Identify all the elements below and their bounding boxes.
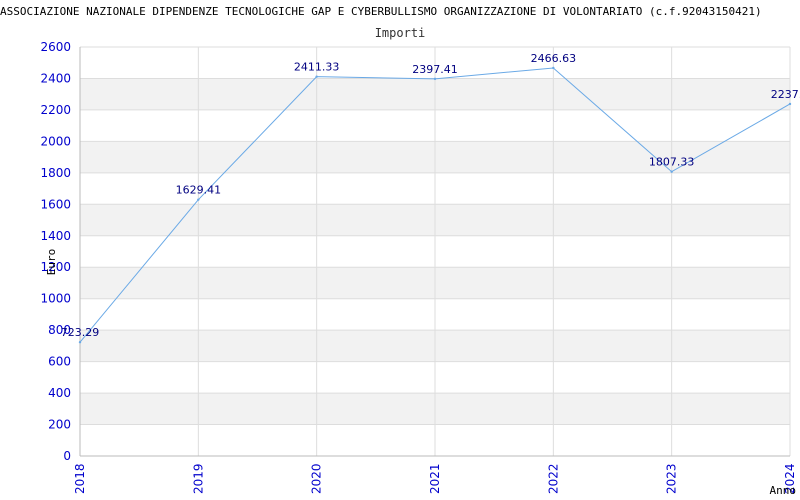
data-point bbox=[78, 341, 82, 344]
y-tick-label: 2400 bbox=[40, 71, 71, 85]
x-tick-label: 2021 bbox=[428, 463, 442, 494]
y-tick-label: 1400 bbox=[40, 229, 71, 243]
y-tick-label: 0 bbox=[63, 449, 71, 463]
y-axis-label: Euro bbox=[45, 249, 58, 276]
y-tick-label: 400 bbox=[48, 386, 71, 400]
x-tick-label: 2018 bbox=[73, 463, 87, 494]
data-point bbox=[670, 170, 673, 173]
data-point bbox=[433, 77, 437, 81]
data-point bbox=[197, 198, 200, 201]
y-tick-label: 600 bbox=[48, 355, 71, 369]
x-tick-label: 2020 bbox=[310, 463, 324, 494]
data-label: 2466.63 bbox=[531, 52, 577, 65]
data-point bbox=[552, 66, 555, 70]
y-tick-label: 1600 bbox=[40, 197, 71, 211]
data-label: 2411.33 bbox=[294, 61, 340, 74]
x-tick-labels: 2018 2019 2020 2021 2022 2023 2024 bbox=[73, 463, 797, 494]
x-tick-label: 2022 bbox=[546, 463, 560, 494]
y-tick-label: 1800 bbox=[40, 166, 71, 180]
data-label: 1807.33 bbox=[649, 156, 695, 169]
data-label: 2237.8 bbox=[771, 88, 800, 101]
y-tick-label: 2600 bbox=[40, 40, 71, 54]
data-label: 723.29 bbox=[61, 326, 100, 339]
y-tick-label: 2200 bbox=[40, 103, 71, 117]
line-chart: 0200400600800100012001400160018002000220… bbox=[40, 40, 800, 497]
y-tick-label: 1000 bbox=[40, 292, 71, 306]
x-tick-label: 2019 bbox=[191, 463, 205, 494]
data-label: 2397.41 bbox=[412, 63, 458, 76]
y-tick-label: 2000 bbox=[40, 134, 71, 148]
data-point bbox=[315, 75, 318, 78]
y-tick-label: 200 bbox=[48, 418, 71, 432]
data-label: 1629.41 bbox=[176, 184, 222, 197]
x-tick-label: 2023 bbox=[665, 463, 679, 494]
x-axis-label: Anno bbox=[770, 484, 797, 497]
data-point bbox=[788, 102, 792, 106]
